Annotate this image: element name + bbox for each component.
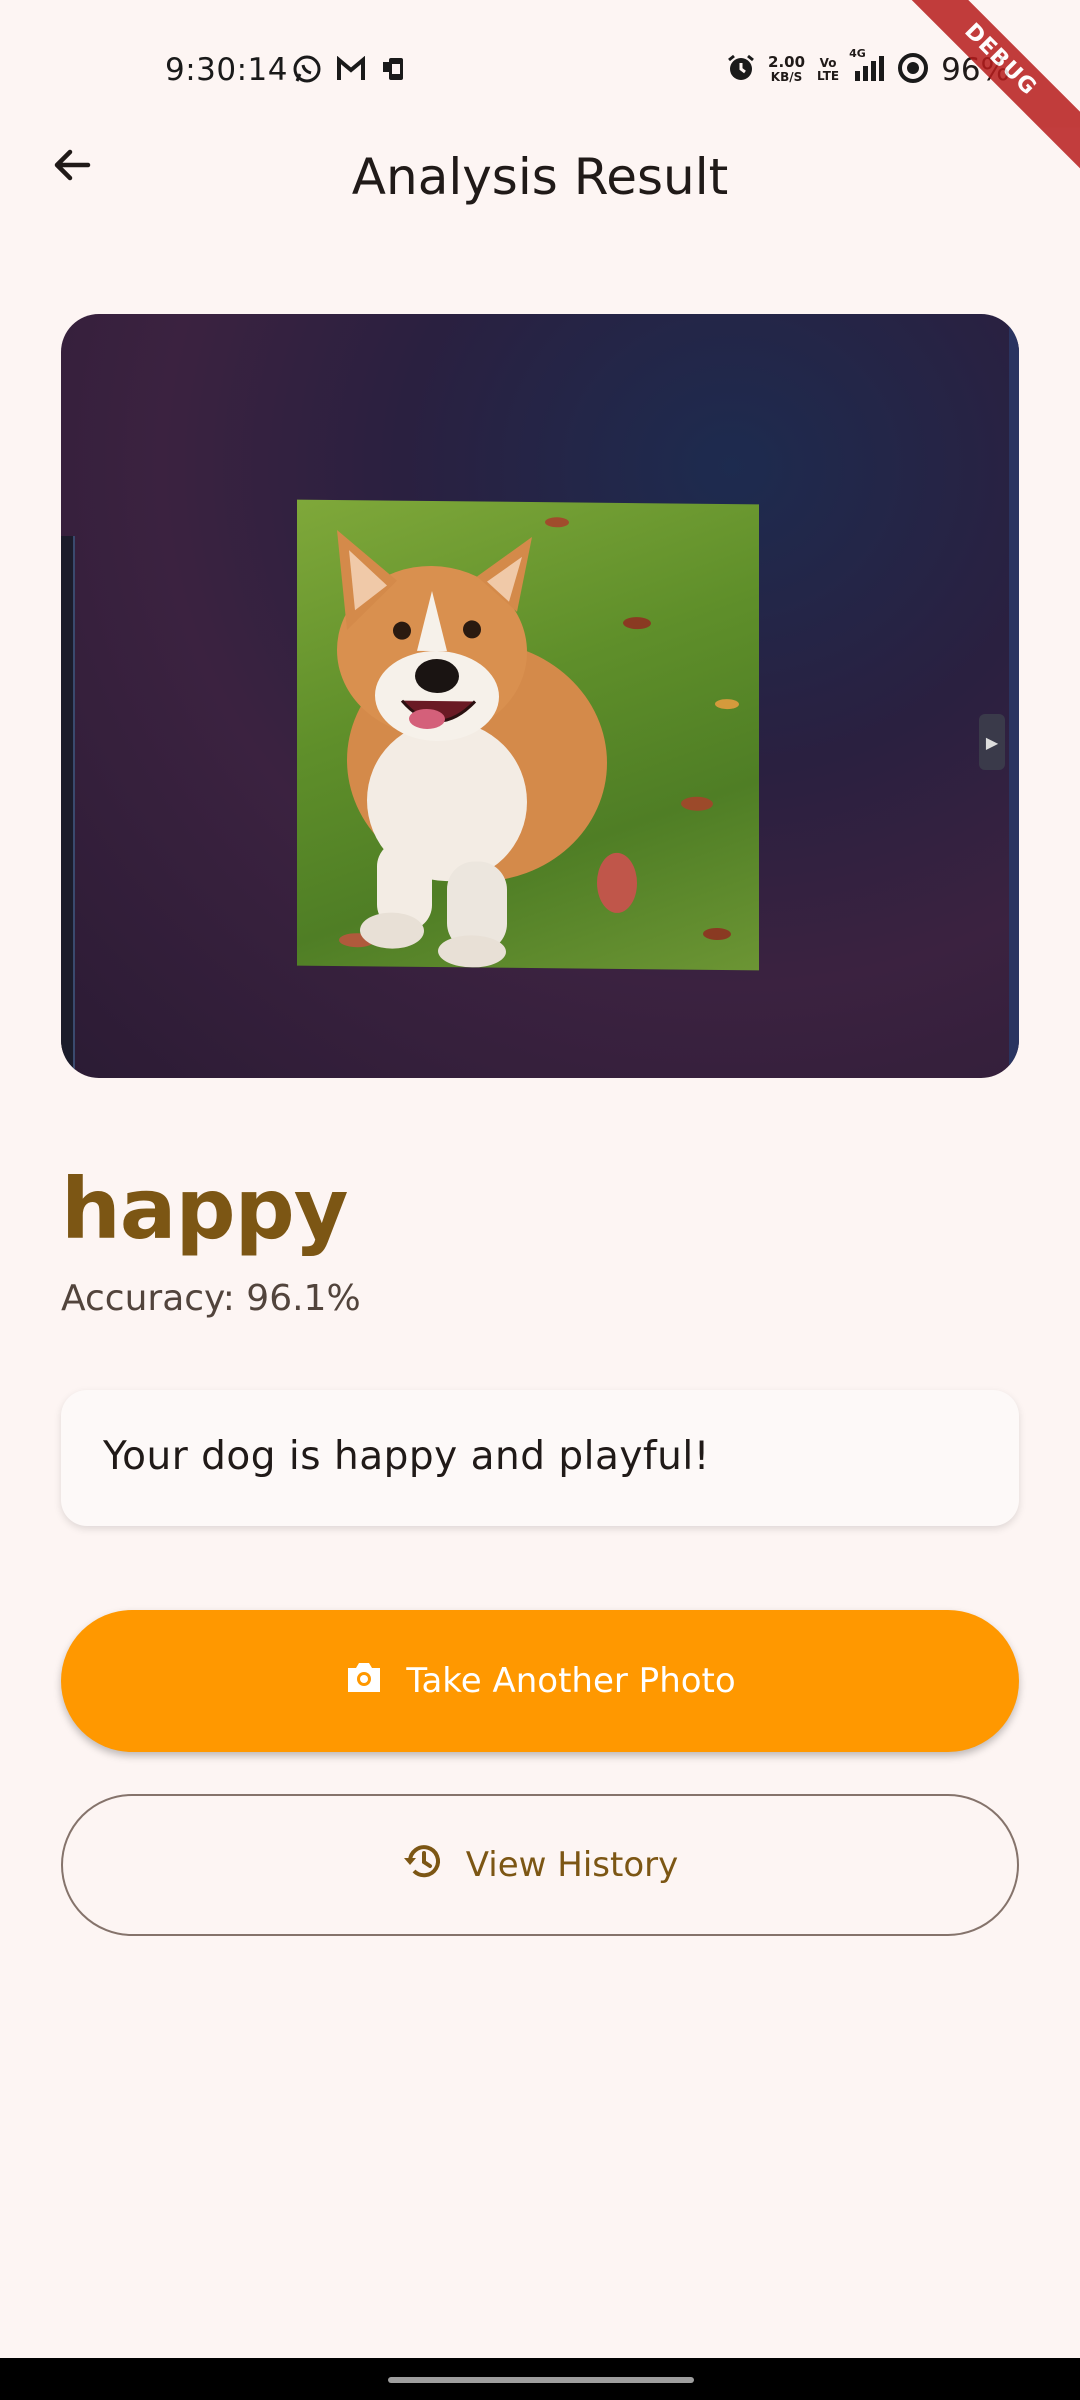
take-another-photo-button[interactable]: Take Another Photo (61, 1610, 1019, 1752)
gmail-icon (336, 55, 366, 86)
net-speed-unit: KB/S (770, 70, 803, 84)
view-history-label: View History (465, 1845, 679, 1885)
camera-icon (344, 1659, 384, 1704)
whatsapp-icon (292, 54, 322, 88)
net-speed: 2.00 KB/S (768, 55, 805, 85)
volte-indicator: Vo LTE (817, 57, 839, 83)
volte-bottom: LTE (817, 69, 840, 83)
corgi-illustration (337, 517, 739, 968)
history-icon (402, 1841, 444, 1890)
network-type: 4G (849, 47, 866, 60)
page-title: Analysis Result (351, 148, 729, 206)
signal-icon: 4G (849, 47, 885, 87)
photo-edge-left (61, 536, 75, 1076)
accuracy-text: Accuracy: 96.1% (61, 1278, 361, 1319)
status-time: 9:30:14 (165, 52, 289, 88)
analyzed-photo: ▶ (61, 314, 1019, 1078)
alarm-icon (726, 53, 756, 87)
system-icons: 2.00 KB/S Vo LTE 4G 96% (726, 47, 1010, 88)
net-speed-value: 2.00 (768, 53, 806, 71)
dog-photo (297, 499, 759, 971)
home-indicator[interactable] (388, 2377, 694, 2383)
status-bar: 9:30:14 2.00 KB/S Vo LTE 4G 96% (0, 0, 1080, 140)
view-history-button[interactable]: View History (61, 1794, 1019, 1936)
message-card: Your dog is happy and playful! (61, 1390, 1019, 1526)
notification-icons (292, 54, 410, 88)
emotion-label: happy (61, 1160, 348, 1258)
phone-manager-icon (380, 54, 410, 88)
play-arrow-icon: ▶ (979, 714, 1005, 770)
focus-icon (897, 52, 929, 88)
message-text: Your dog is happy and playful! (103, 1434, 710, 1479)
photo-edge-right (1009, 314, 1019, 1078)
take-another-photo-label: Take Another Photo (406, 1661, 736, 1701)
